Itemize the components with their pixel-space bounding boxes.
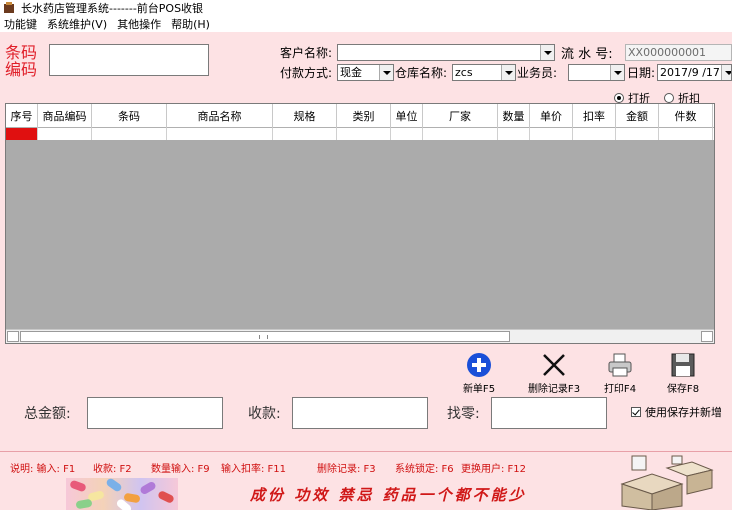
menu-system-maintenance[interactable]: 系统维护(V) [47, 16, 107, 32]
table-cell[interactable] [659, 128, 713, 140]
save-button[interactable]: 保存F8 [648, 352, 718, 395]
chevron-down-icon[interactable] [501, 65, 515, 80]
total-amount-label: 总金额: [24, 406, 71, 422]
menu-function-keys[interactable]: 功能键 [4, 16, 37, 32]
app-icon [3, 2, 15, 14]
col-header[interactable]: 序号 [6, 104, 38, 128]
warehouse-value: zcs [455, 66, 473, 79]
col-header[interactable]: 条码 [92, 104, 167, 128]
change-field[interactable] [491, 397, 607, 429]
save-and-new-label: 使用保存并新增 [645, 406, 722, 419]
serial-field: XX000000001 [625, 44, 732, 61]
change-label: 找零: [447, 406, 480, 422]
table-cell[interactable] [423, 128, 498, 140]
new-order-button[interactable]: 新单F5 [444, 352, 514, 395]
total-amount-field[interactable] [87, 397, 223, 429]
col-header[interactable]: 数量 [498, 104, 530, 128]
col-header[interactable]: 单价 [530, 104, 573, 128]
col-header[interactable]: 商品名称 [167, 104, 273, 128]
col-header[interactable]: 单位 [391, 104, 423, 128]
col-header[interactable]: 商品编码 [38, 104, 92, 128]
row-indicator [6, 128, 38, 140]
warehouse-label: 仓库名称: [395, 66, 448, 80]
payment-select[interactable]: 现金 [337, 64, 394, 81]
plus-circle-icon [467, 353, 491, 377]
x-icon [543, 354, 565, 376]
save-and-new-checkbox[interactable]: 使用保存并新增 [631, 404, 722, 420]
print-button[interactable]: 打印F4 [585, 352, 655, 395]
delete-record-label: 删除记录F3 [527, 384, 581, 395]
table-cell[interactable] [391, 128, 423, 140]
print-label: 打印F4 [603, 384, 637, 395]
col-header[interactable]: 厂家 [423, 104, 498, 128]
customer-label: 客户名称: [280, 46, 333, 60]
chevron-down-icon[interactable] [721, 65, 731, 80]
table-cell[interactable] [530, 128, 573, 140]
col-header[interactable]: 件数 [659, 104, 713, 128]
help-intro: 说明: 输入: F1 [10, 464, 76, 475]
col-header[interactable]: 扣率 [573, 104, 616, 128]
payment-label: 付款方式: [280, 66, 333, 80]
payment-value: 现金 [340, 66, 362, 79]
salesperson-label: 业务员: [517, 66, 558, 80]
pills-image [66, 478, 178, 510]
radio-unselected-icon [664, 93, 674, 103]
barcode-label: 条码 编码 [5, 44, 41, 78]
table-cell[interactable] [273, 128, 337, 140]
serial-label: 流 水 号: [561, 47, 613, 62]
scroll-right-icon[interactable] [701, 331, 713, 342]
help-receive: 收款: F2 [93, 464, 132, 475]
table-cell[interactable] [573, 128, 616, 140]
horizontal-scrollbar[interactable] [6, 329, 714, 343]
window-title: 长水药店管理系统-------前台POS收银 [21, 2, 204, 15]
warehouse-select[interactable]: zcs [452, 64, 516, 81]
date-value: 2017/9 /17 [660, 66, 720, 79]
sales-grid[interactable]: 序号 商品编码 条码 商品名称 规格 类别 单位 厂家 数量 单价 扣率 金额 … [5, 103, 715, 344]
scroll-left-icon[interactable] [7, 331, 19, 342]
help-lock: 系统锁定: F6 [395, 464, 454, 475]
slogan: 成份 功效 禁忌 药品一个都不能少 [250, 486, 527, 504]
barcode-label-line1: 条码 [5, 43, 38, 62]
grid-header: 序号 商品编码 条码 商品名称 规格 类别 单位 厂家 数量 单价 扣率 金额 … [6, 104, 714, 128]
col-header[interactable]: 金额 [616, 104, 659, 128]
printer-icon [608, 353, 632, 377]
received-field[interactable] [292, 397, 428, 429]
new-order-label: 新单F5 [462, 384, 496, 395]
date-label: 日期: [627, 66, 656, 80]
save-label: 保存F8 [666, 384, 700, 395]
barcode-input[interactable] [49, 44, 209, 76]
salesperson-select[interactable] [568, 64, 625, 81]
chevron-down-icon[interactable] [379, 65, 393, 80]
table-cell[interactable] [616, 128, 659, 140]
menu-other-operations[interactable]: 其他操作 [117, 16, 161, 32]
menu-help[interactable]: 帮助(H) [171, 16, 210, 32]
chevron-down-icon[interactable] [610, 65, 624, 80]
delete-record-button[interactable]: 删除记录F3 [519, 352, 589, 395]
boxes-illustration-icon [620, 455, 714, 510]
help-delete: 删除记录: F3 [317, 464, 376, 475]
title-bar: 长水药店管理系统-------前台POS收银 [0, 0, 732, 16]
radio-selected-icon [614, 93, 624, 103]
help-discount-input: 输入扣率: F11 [221, 464, 287, 475]
help-qty-input: 数量输入: F9 [151, 464, 210, 475]
col-header[interactable]: 规格 [273, 104, 337, 128]
scroll-thumb[interactable] [20, 331, 510, 342]
table-cell[interactable] [92, 128, 167, 140]
received-label: 收款: [248, 406, 281, 422]
chevron-down-icon[interactable] [540, 45, 554, 60]
table-cell[interactable] [38, 128, 92, 140]
col-header[interactable]: 类别 [337, 104, 391, 128]
table-cell[interactable] [337, 128, 391, 140]
customer-select[interactable] [337, 44, 555, 61]
barcode-label-line2: 编码 [5, 60, 38, 79]
divider [0, 451, 732, 452]
menu-bar: 功能键 系统维护(V) 其他操作 帮助(H) [0, 16, 732, 32]
date-picker[interactable]: 2017/9 /17 [657, 64, 732, 81]
floppy-icon [671, 353, 695, 377]
table-cell[interactable] [498, 128, 530, 140]
help-switch-user: 更换用户: F12 [461, 464, 527, 475]
table-cell[interactable] [167, 128, 273, 140]
table-row[interactable] [6, 128, 714, 140]
checkbox-checked-icon [631, 407, 641, 417]
